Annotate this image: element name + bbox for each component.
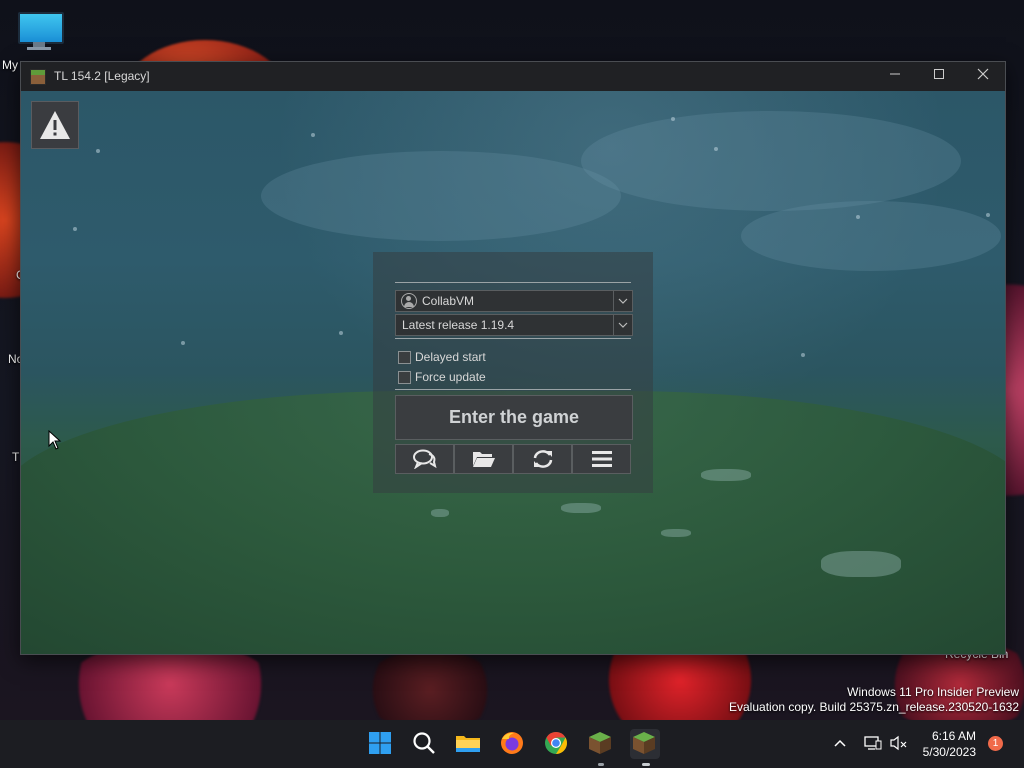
menu-icon <box>592 451 612 467</box>
folder-icon <box>473 452 495 467</box>
launcher-background: CollabVM Latest release 1.19.4 Delayed s… <box>21 91 1005 654</box>
user-icon <box>401 293 417 309</box>
divider <box>395 338 631 339</box>
start-button[interactable] <box>366 729 396 759</box>
menu-button[interactable] <box>572 444 631 474</box>
notification-badge[interactable]: 1 <box>988 736 1003 751</box>
version-value: Latest release 1.19.4 <box>402 318 515 332</box>
volume-button[interactable] <box>890 735 908 756</box>
windows-watermark-build: Evaluation copy. Build 25375.zn_release.… <box>729 700 1019 714</box>
taskbar: 6:16 AM 5/30/2023 <box>0 720 1024 768</box>
file-explorer-button[interactable] <box>454 729 484 759</box>
divider <box>395 282 631 283</box>
network-icon <box>864 736 882 750</box>
minimize-button[interactable] <box>873 62 917 91</box>
window-title: TL 154.2 [Legacy] <box>54 69 150 83</box>
clock-date: 5/30/2023 <box>922 745 976 759</box>
tlauncher-button[interactable] <box>586 729 616 759</box>
window-titlebar[interactable]: TL 154.2 [Legacy] <box>21 62 1005 91</box>
clock-time: 6:16 AM <box>931 729 976 743</box>
firefox-icon <box>501 732 523 754</box>
chat-icon <box>413 449 437 469</box>
mouse-cursor-icon <box>48 430 62 450</box>
maximize-icon <box>934 69 944 79</box>
tlauncher-window-button[interactable] <box>630 729 660 759</box>
folder-button[interactable] <box>454 444 513 474</box>
version-select[interactable]: Latest release 1.19.4 <box>395 314 633 336</box>
chrome-button[interactable] <box>542 729 572 759</box>
divider <box>395 389 631 390</box>
close-button[interactable] <box>961 62 1005 91</box>
tlauncher-icon <box>633 732 655 754</box>
tlauncher-icon <box>589 732 611 754</box>
chat-button[interactable] <box>395 444 454 474</box>
launcher-window: TL 154.2 [Legacy] CollabVM Latest releas… <box>20 61 1006 655</box>
file-explorer-icon <box>456 736 480 752</box>
show-hidden-icons-button[interactable] <box>832 735 848 756</box>
search-button[interactable] <box>410 729 440 759</box>
launcher-panel: CollabVM Latest release 1.19.4 Delayed s… <box>373 252 653 493</box>
network-button[interactable] <box>864 735 882 756</box>
delayed-start-label[interactable]: Delayed start <box>415 350 486 364</box>
account-dropdown-button[interactable] <box>613 291 632 311</box>
enter-game-button[interactable]: Enter the game <box>395 395 633 440</box>
firefox-button[interactable] <box>498 729 528 759</box>
maximize-button[interactable] <box>917 62 961 91</box>
version-dropdown-button[interactable] <box>613 315 632 335</box>
windows-watermark: Windows 11 Pro Insider Preview <box>847 685 1019 699</box>
account-select[interactable]: CollabVM <box>395 290 633 312</box>
chevron-down-icon <box>618 322 628 328</box>
refresh-icon <box>533 450 553 468</box>
chrome-icon <box>545 732 567 754</box>
desktop-icon-label: My <box>2 58 18 72</box>
monitor-icon <box>18 12 64 44</box>
grass-block-icon <box>30 69 46 85</box>
volume-muted-icon <box>890 735 907 751</box>
account-value: CollabVM <box>422 294 475 308</box>
chevron-up-icon <box>834 739 846 747</box>
desktop-icon-label[interactable]: T <box>12 450 19 464</box>
force-update-checkbox[interactable] <box>398 371 411 384</box>
force-update-label[interactable]: Force update <box>415 370 486 384</box>
warning-button[interactable] <box>31 101 79 149</box>
close-icon <box>977 68 989 80</box>
warning-icon <box>40 111 70 139</box>
minimize-icon <box>890 73 900 75</box>
search-icon <box>413 732 435 754</box>
windows-start-icon <box>369 732 391 754</box>
taskbar-clock[interactable]: 6:16 AM 5/30/2023 <box>923 728 976 760</box>
delayed-start-checkbox[interactable] <box>398 351 411 364</box>
refresh-button[interactable] <box>513 444 572 474</box>
chevron-down-icon <box>618 298 628 304</box>
